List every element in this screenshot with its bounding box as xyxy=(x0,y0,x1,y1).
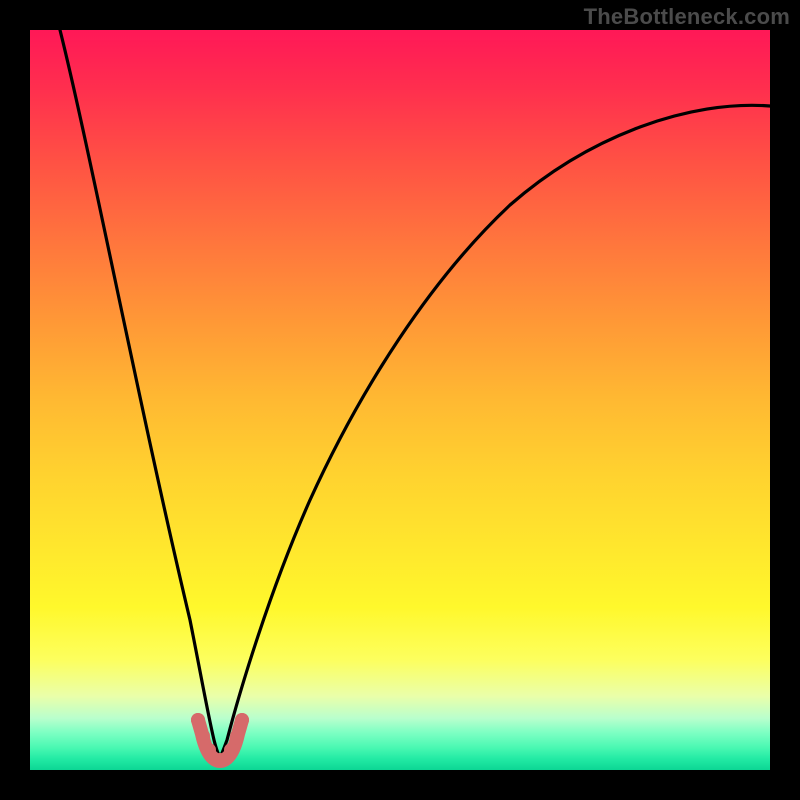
plot-area xyxy=(30,30,770,770)
chart-frame: TheBottleneck.com xyxy=(0,0,800,800)
marker-dot xyxy=(235,713,249,727)
marker-dot xyxy=(230,729,244,743)
marker-dot xyxy=(191,713,205,727)
marker-dot xyxy=(202,743,216,757)
marker-dot xyxy=(196,729,210,743)
bottleneck-curve xyxy=(60,30,770,757)
watermark-text: TheBottleneck.com xyxy=(584,4,790,30)
curve-layer xyxy=(30,30,770,770)
marker-dot xyxy=(213,753,227,767)
marker-dot xyxy=(224,743,238,757)
